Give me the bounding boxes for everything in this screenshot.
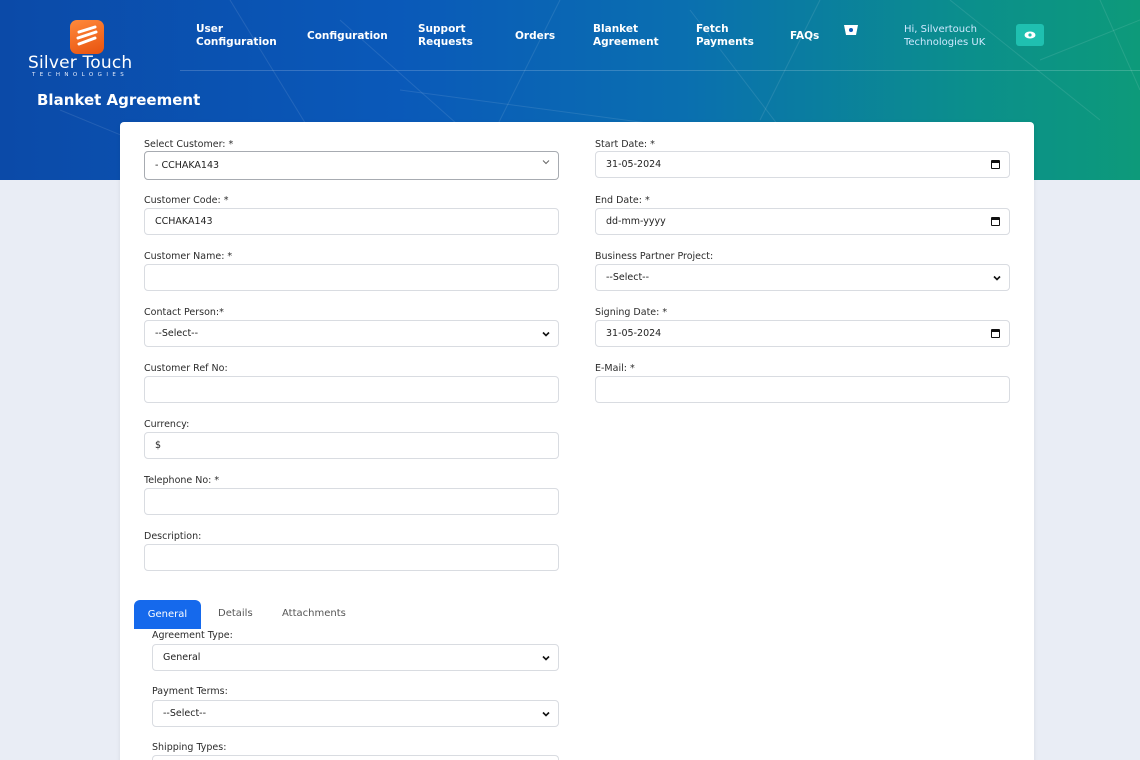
nav-label: Configuration xyxy=(196,36,277,48)
email-label: E-Mail: * xyxy=(595,363,635,374)
greeting-line: Technologies UK xyxy=(904,37,986,48)
nav-label: Requests xyxy=(418,36,473,48)
brand-name: Silver Touch xyxy=(28,53,133,73)
currency-label: Currency: xyxy=(144,419,190,430)
eye-button[interactable] xyxy=(1016,24,1044,46)
end-date-value: dd-mm-yyyy xyxy=(606,216,666,227)
bp-project-select[interactable]: --Select-- xyxy=(595,264,1010,291)
contact-person-value: --Select-- xyxy=(155,328,199,339)
logo-mark-icon xyxy=(70,20,104,54)
shipping-types-select[interactable] xyxy=(152,755,559,760)
nav-orders[interactable]: Orders xyxy=(515,30,555,43)
customer-code-value: CCHAKA143 xyxy=(155,216,213,227)
email-input[interactable] xyxy=(595,376,1010,403)
telephone-label: Telephone No: * xyxy=(144,475,220,486)
start-date-input[interactable]: 31-05-2024 xyxy=(595,151,1010,178)
page-title: Blanket Agreement xyxy=(37,91,201,109)
chevron-down-icon xyxy=(542,711,550,717)
nav-label: Agreement xyxy=(593,36,659,48)
start-date-label: Start Date: * xyxy=(595,139,655,150)
signing-date-input[interactable]: 31-05-2024 xyxy=(595,320,1010,347)
nav-configuration[interactable]: Configuration xyxy=(307,30,388,43)
cart-icon[interactable] xyxy=(843,24,859,36)
tab-attachments[interactable]: Attachments xyxy=(282,608,346,619)
brand-tagline: TECHNOLOGIES xyxy=(32,72,129,78)
end-date-label: End Date: * xyxy=(595,195,650,206)
description-input[interactable] xyxy=(144,544,559,571)
chevron-down-icon xyxy=(542,655,550,661)
nav-faqs[interactable]: FAQs xyxy=(790,30,819,43)
nav-label: Blanket xyxy=(593,23,639,35)
nav-label: Payments xyxy=(696,36,754,48)
telephone-input[interactable] xyxy=(144,488,559,515)
agreement-type-value: General xyxy=(163,652,201,663)
agreement-type-label: Agreement Type: xyxy=(152,630,233,641)
calendar-icon[interactable] xyxy=(991,160,1000,169)
eye-icon xyxy=(1024,31,1036,39)
currency-input[interactable]: $ xyxy=(144,432,559,459)
customer-ref-label: Customer Ref No: xyxy=(144,363,228,374)
select-customer-label: Select Customer: * xyxy=(144,139,234,150)
contact-person-select[interactable]: --Select-- xyxy=(144,320,559,347)
calendar-icon[interactable] xyxy=(991,217,1000,226)
brand-logo[interactable]: Silver Touch TECHNOLOGIES xyxy=(26,20,156,78)
shipping-types-label: Shipping Types: xyxy=(152,742,227,753)
nav-label: Fetch xyxy=(696,23,729,35)
chevron-down-icon xyxy=(542,331,550,337)
payment-terms-select[interactable]: --Select-- xyxy=(152,700,559,727)
currency-value: $ xyxy=(155,440,162,451)
customer-code-label: Customer Code: * xyxy=(144,195,229,206)
chevron-down-icon xyxy=(993,275,1001,281)
calendar-icon[interactable] xyxy=(991,329,1000,338)
payment-terms-value: --Select-- xyxy=(163,708,207,719)
contact-person-label: Contact Person:* xyxy=(144,307,224,318)
customer-name-label: Customer Name: * xyxy=(144,251,233,262)
nav-support-requests[interactable]: Support Requests xyxy=(418,23,473,49)
chevron-down-icon xyxy=(542,160,550,165)
nav-label: User xyxy=(196,23,224,35)
tab-general[interactable]: General xyxy=(134,600,201,629)
end-date-input[interactable]: dd-mm-yyyy xyxy=(595,208,1010,235)
description-label: Description: xyxy=(144,531,202,542)
select-customer-dropdown[interactable]: - CCHAKA143 xyxy=(144,151,559,180)
nav-label: Support xyxy=(418,23,466,35)
payment-terms-label: Payment Terms: xyxy=(152,686,228,697)
customer-code-input[interactable]: CCHAKA143 xyxy=(144,208,559,235)
user-greeting[interactable]: Hi, Silvertouch Technologies UK xyxy=(904,23,985,49)
customer-ref-input[interactable] xyxy=(144,376,559,403)
start-date-value: 31-05-2024 xyxy=(606,159,662,170)
nav-user-configuration[interactable]: User Configuration xyxy=(196,23,277,49)
signing-date-value: 31-05-2024 xyxy=(606,328,662,339)
nav-fetch-payments[interactable]: Fetch Payments xyxy=(696,23,754,49)
tab-details[interactable]: Details xyxy=(218,608,253,619)
customer-name-input[interactable] xyxy=(144,264,559,291)
select-customer-value: - CCHAKA143 xyxy=(155,160,220,171)
nav-blanket-agreement[interactable]: Blanket Agreement xyxy=(593,23,659,49)
signing-date-label: Signing Date: * xyxy=(595,307,668,318)
agreement-type-select[interactable]: General xyxy=(152,644,559,671)
greeting-line: Hi, Silvertouch xyxy=(904,24,977,35)
bp-project-value: --Select-- xyxy=(606,272,650,283)
bp-project-label: Business Partner Project: xyxy=(595,251,714,262)
nav-divider xyxy=(180,70,1140,71)
